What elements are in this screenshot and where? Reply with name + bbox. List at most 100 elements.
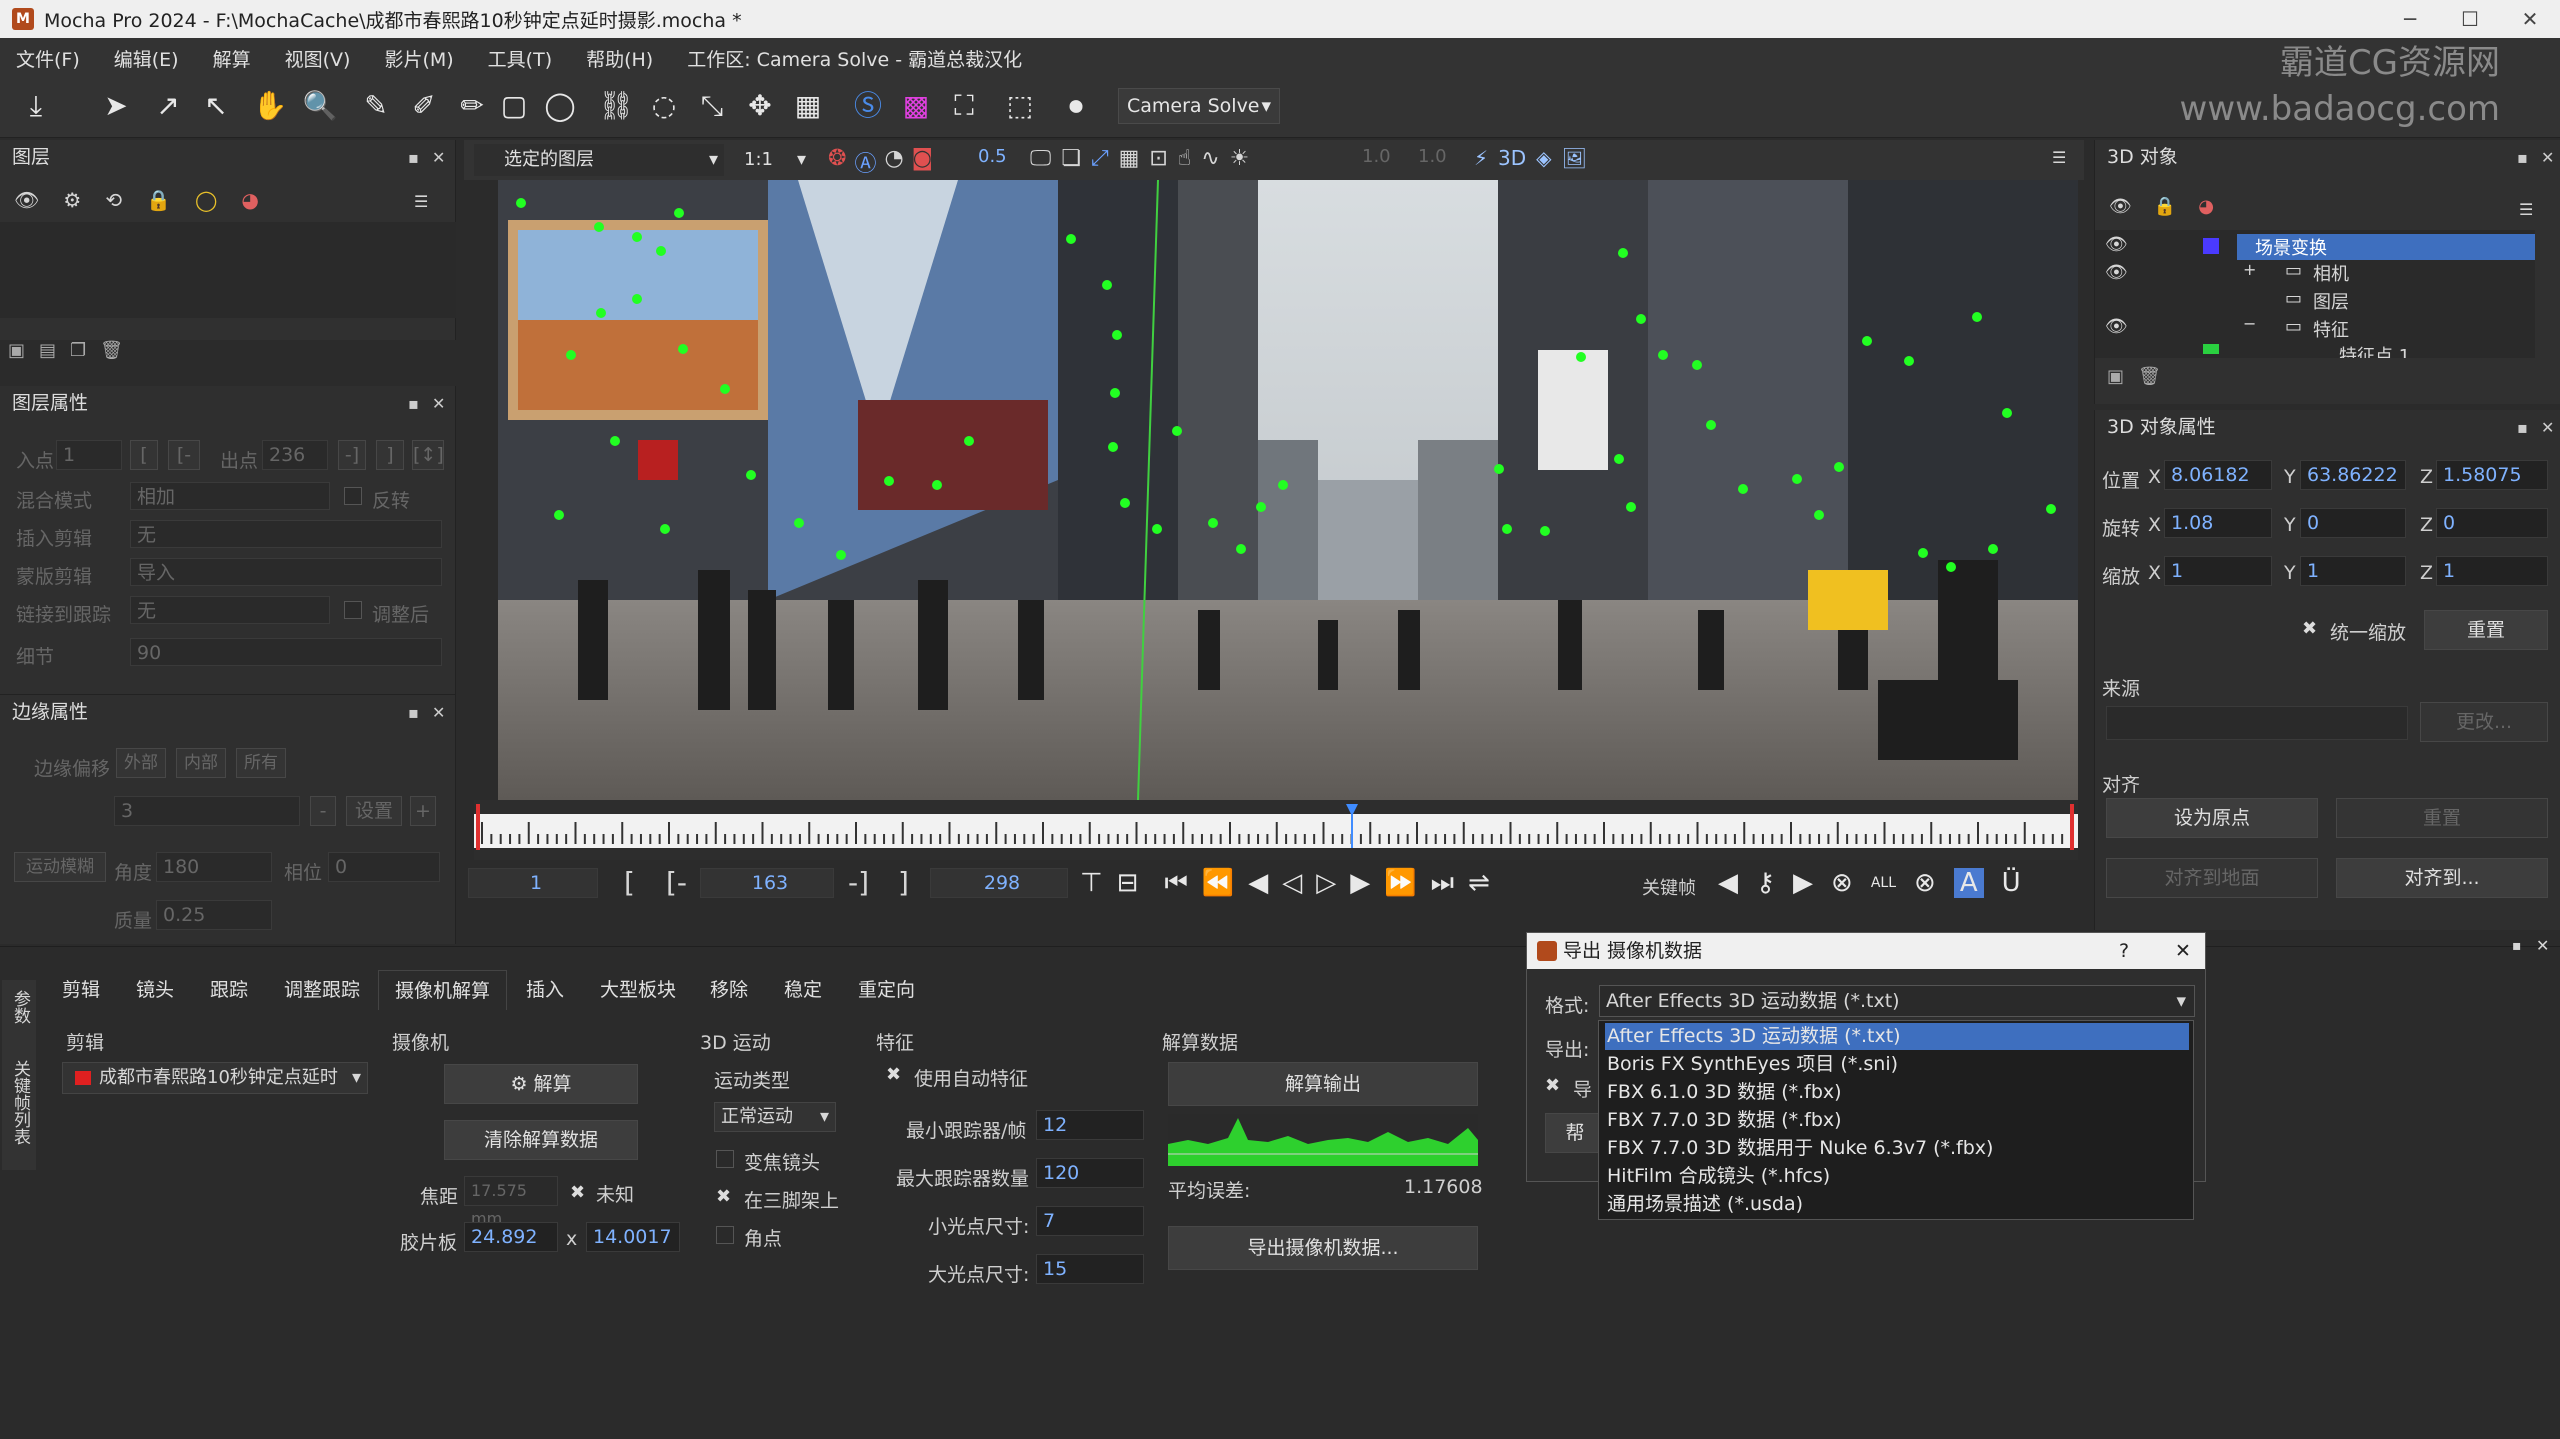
- select-tool-icon[interactable]: ➤: [96, 86, 136, 126]
- eye-icon[interactable]: 👁: [2105, 316, 2128, 337]
- track-view-icon[interactable]: ⤢: [1091, 146, 1109, 171]
- color-wheel-icon[interactable]: ◕: [2198, 196, 2214, 217]
- first-frame-icon[interactable]: ⏮: [1164, 868, 1187, 899]
- range-icon[interactable]: ⊟: [1117, 868, 1139, 899]
- layer-select[interactable]: 选定的图层 ▾: [474, 144, 724, 176]
- range-button[interactable]: [↕]: [412, 440, 444, 470]
- objects-tree[interactable]: 场景变换 👁 👁 + ▭ 相机 ▭ 图层 👁 − ▭ 特征 特征点 1: [2095, 230, 2535, 358]
- eye-icon[interactable]: 👁: [2105, 262, 2128, 283]
- format-option-fbx770[interactable]: FBX 7.7.0 3D 数据 (*.fbx): [1605, 1107, 2189, 1134]
- rotation-y-field[interactable]: 0: [2300, 508, 2406, 538]
- rotation-x-field[interactable]: 1.08: [2164, 508, 2272, 538]
- position-x-field[interactable]: 8.06182: [2164, 460, 2272, 490]
- close-icon[interactable]: ✕: [432, 148, 445, 167]
- expand-icon[interactable]: +: [2243, 260, 2256, 279]
- import-icon[interactable]: ⤓: [16, 86, 56, 126]
- step-back-icon[interactable]: ◁: [1282, 868, 1302, 899]
- close-icon[interactable]: ✕: [2536, 936, 2549, 955]
- gain-value[interactable]: 1.0: [1362, 146, 1391, 167]
- viewer-menu-icon[interactable]: ☰: [2052, 148, 2066, 167]
- gear-icon[interactable]: ⚙: [63, 188, 81, 212]
- align-to-button[interactable]: 对齐到...: [2336, 858, 2548, 898]
- delete-keyframe-icon[interactable]: ⊗: [1831, 868, 1853, 898]
- grid-overlay-icon[interactable]: ▩: [896, 86, 936, 126]
- 3d-button[interactable]: 3D: [1498, 146, 1526, 170]
- next-keyframe-icon[interactable]: ▶: [1793, 868, 1813, 898]
- close-icon[interactable]: ✕: [2500, 0, 2560, 38]
- eye-icon[interactable]: 👁: [2109, 196, 2132, 217]
- zoom-select[interactable]: 1:1 ▾: [740, 144, 810, 176]
- transform-tool-icon[interactable]: ⤡: [692, 86, 732, 126]
- menu-movie[interactable]: 影片(M): [384, 45, 453, 72]
- close-icon[interactable]: ✕: [2541, 418, 2554, 437]
- eye-icon[interactable]: 👁: [2105, 234, 2128, 255]
- expand-icon[interactable]: ⛶: [944, 86, 984, 126]
- menu-icon[interactable]: ☰: [414, 192, 428, 211]
- tree-scene-transform[interactable]: 场景变换: [2255, 234, 2327, 260]
- next-key-icon[interactable]: ⏩: [1384, 868, 1416, 899]
- magnet-icon[interactable]: Ü: [2002, 868, 2021, 898]
- color-ring-icon[interactable]: ◯: [195, 188, 217, 212]
- focal-field[interactable]: 17.575 mm: [464, 1176, 558, 1228]
- hand-tool-icon[interactable]: ✋: [250, 86, 290, 126]
- layers-list[interactable]: [0, 222, 456, 318]
- tree-feature-1[interactable]: 特征点 1: [2339, 342, 2410, 358]
- set-in-button[interactable]: [: [130, 440, 158, 470]
- float-icon[interactable]: ▪: [408, 148, 419, 167]
- out-field[interactable]: 236: [262, 440, 328, 470]
- motion-type-select[interactable]: 正常运动 ▾: [714, 1102, 836, 1132]
- float-icon[interactable]: ▪: [2517, 148, 2528, 167]
- position-z-field[interactable]: 1.58075: [2436, 460, 2548, 490]
- film-width-field[interactable]: 24.892: [464, 1222, 558, 1252]
- goto-in-icon[interactable]: [-: [666, 866, 687, 899]
- menu-help[interactable]: 帮助(H): [586, 45, 653, 72]
- maximize-icon[interactable]: ☐: [2440, 0, 2500, 38]
- menu-edit[interactable]: 编辑(E): [114, 45, 179, 72]
- tab-clip[interactable]: 剪辑: [46, 970, 116, 1010]
- clear-keyframes-icon[interactable]: ⊗: [1914, 868, 1936, 898]
- invert-checkbox[interactable]: [344, 487, 362, 505]
- export-checkbox[interactable]: ✖: [1545, 1075, 1560, 1096]
- collapse-icon[interactable]: −: [2243, 314, 2256, 333]
- all-button[interactable]: 所有: [236, 748, 286, 778]
- format-option-hitfilm[interactable]: HitFilm 合成镜头 (*.hfcs): [1605, 1163, 2189, 1190]
- corner-checkbox[interactable]: [716, 1226, 734, 1244]
- edge-offset-field[interactable]: 3: [114, 796, 300, 826]
- hand-icon[interactable]: ☝: [1178, 146, 1191, 171]
- format-select[interactable]: After Effects 3D 运动数据 (*.txt) ▾: [1599, 985, 2195, 1017]
- uniform-scale-checkbox[interactable]: ✖: [2302, 618, 2317, 639]
- tab-mega-plates[interactable]: 大型板块: [584, 970, 692, 1010]
- xspline-tool-icon[interactable]: ✎: [356, 86, 396, 126]
- crop-icon[interactable]: ⬚: [1000, 86, 1040, 126]
- layers-view-icon[interactable]: ❏: [1061, 146, 1081, 171]
- small-spot-field[interactable]: 7: [1036, 1206, 1144, 1236]
- increment-button[interactable]: +: [410, 796, 436, 826]
- lightning-icon[interactable]: ⚡: [1474, 146, 1488, 170]
- link-tool-icon[interactable]: ⛓: [596, 86, 636, 126]
- lock-icon[interactable]: 🔒: [146, 188, 171, 212]
- source-field[interactable]: [2106, 706, 2408, 740]
- scale-y-field[interactable]: 1: [2300, 556, 2406, 586]
- brightness-icon[interactable]: ☀: [1230, 146, 1250, 171]
- out-frame-field[interactable]: 298: [930, 868, 1068, 898]
- menu-tools[interactable]: 工具(T): [488, 45, 552, 72]
- new-folder-icon[interactable]: ▣: [8, 340, 25, 361]
- tab-insert[interactable]: 插入: [510, 970, 580, 1010]
- help-icon[interactable]: ?: [2119, 933, 2129, 969]
- eye-icon[interactable]: 👁: [14, 188, 39, 212]
- min-trackers-field[interactable]: 12: [1036, 1110, 1144, 1140]
- reset-align-button[interactable]: 重置: [2336, 798, 2548, 838]
- image-icon[interactable]: 🖼: [1562, 146, 1587, 170]
- close-icon[interactable]: ✕: [2541, 148, 2554, 167]
- zoom-lens-checkbox[interactable]: [716, 1150, 734, 1168]
- side-tab-params[interactable]: 参数: [8, 990, 33, 1024]
- menu-icon[interactable]: ☰: [2519, 200, 2533, 219]
- delete-icon[interactable]: 🗑: [100, 340, 123, 361]
- cube-icon[interactable]: ◈: [1536, 146, 1551, 170]
- angle-field[interactable]: 180: [156, 852, 272, 882]
- prev-keyframe-icon[interactable]: ◀: [1718, 868, 1738, 898]
- brush-tool-icon[interactable]: ✏: [452, 86, 492, 126]
- record-icon[interactable]: ⏺: [1056, 86, 1096, 126]
- film-height-field[interactable]: 14.0017: [586, 1222, 680, 1252]
- in-field[interactable]: 1: [56, 440, 122, 470]
